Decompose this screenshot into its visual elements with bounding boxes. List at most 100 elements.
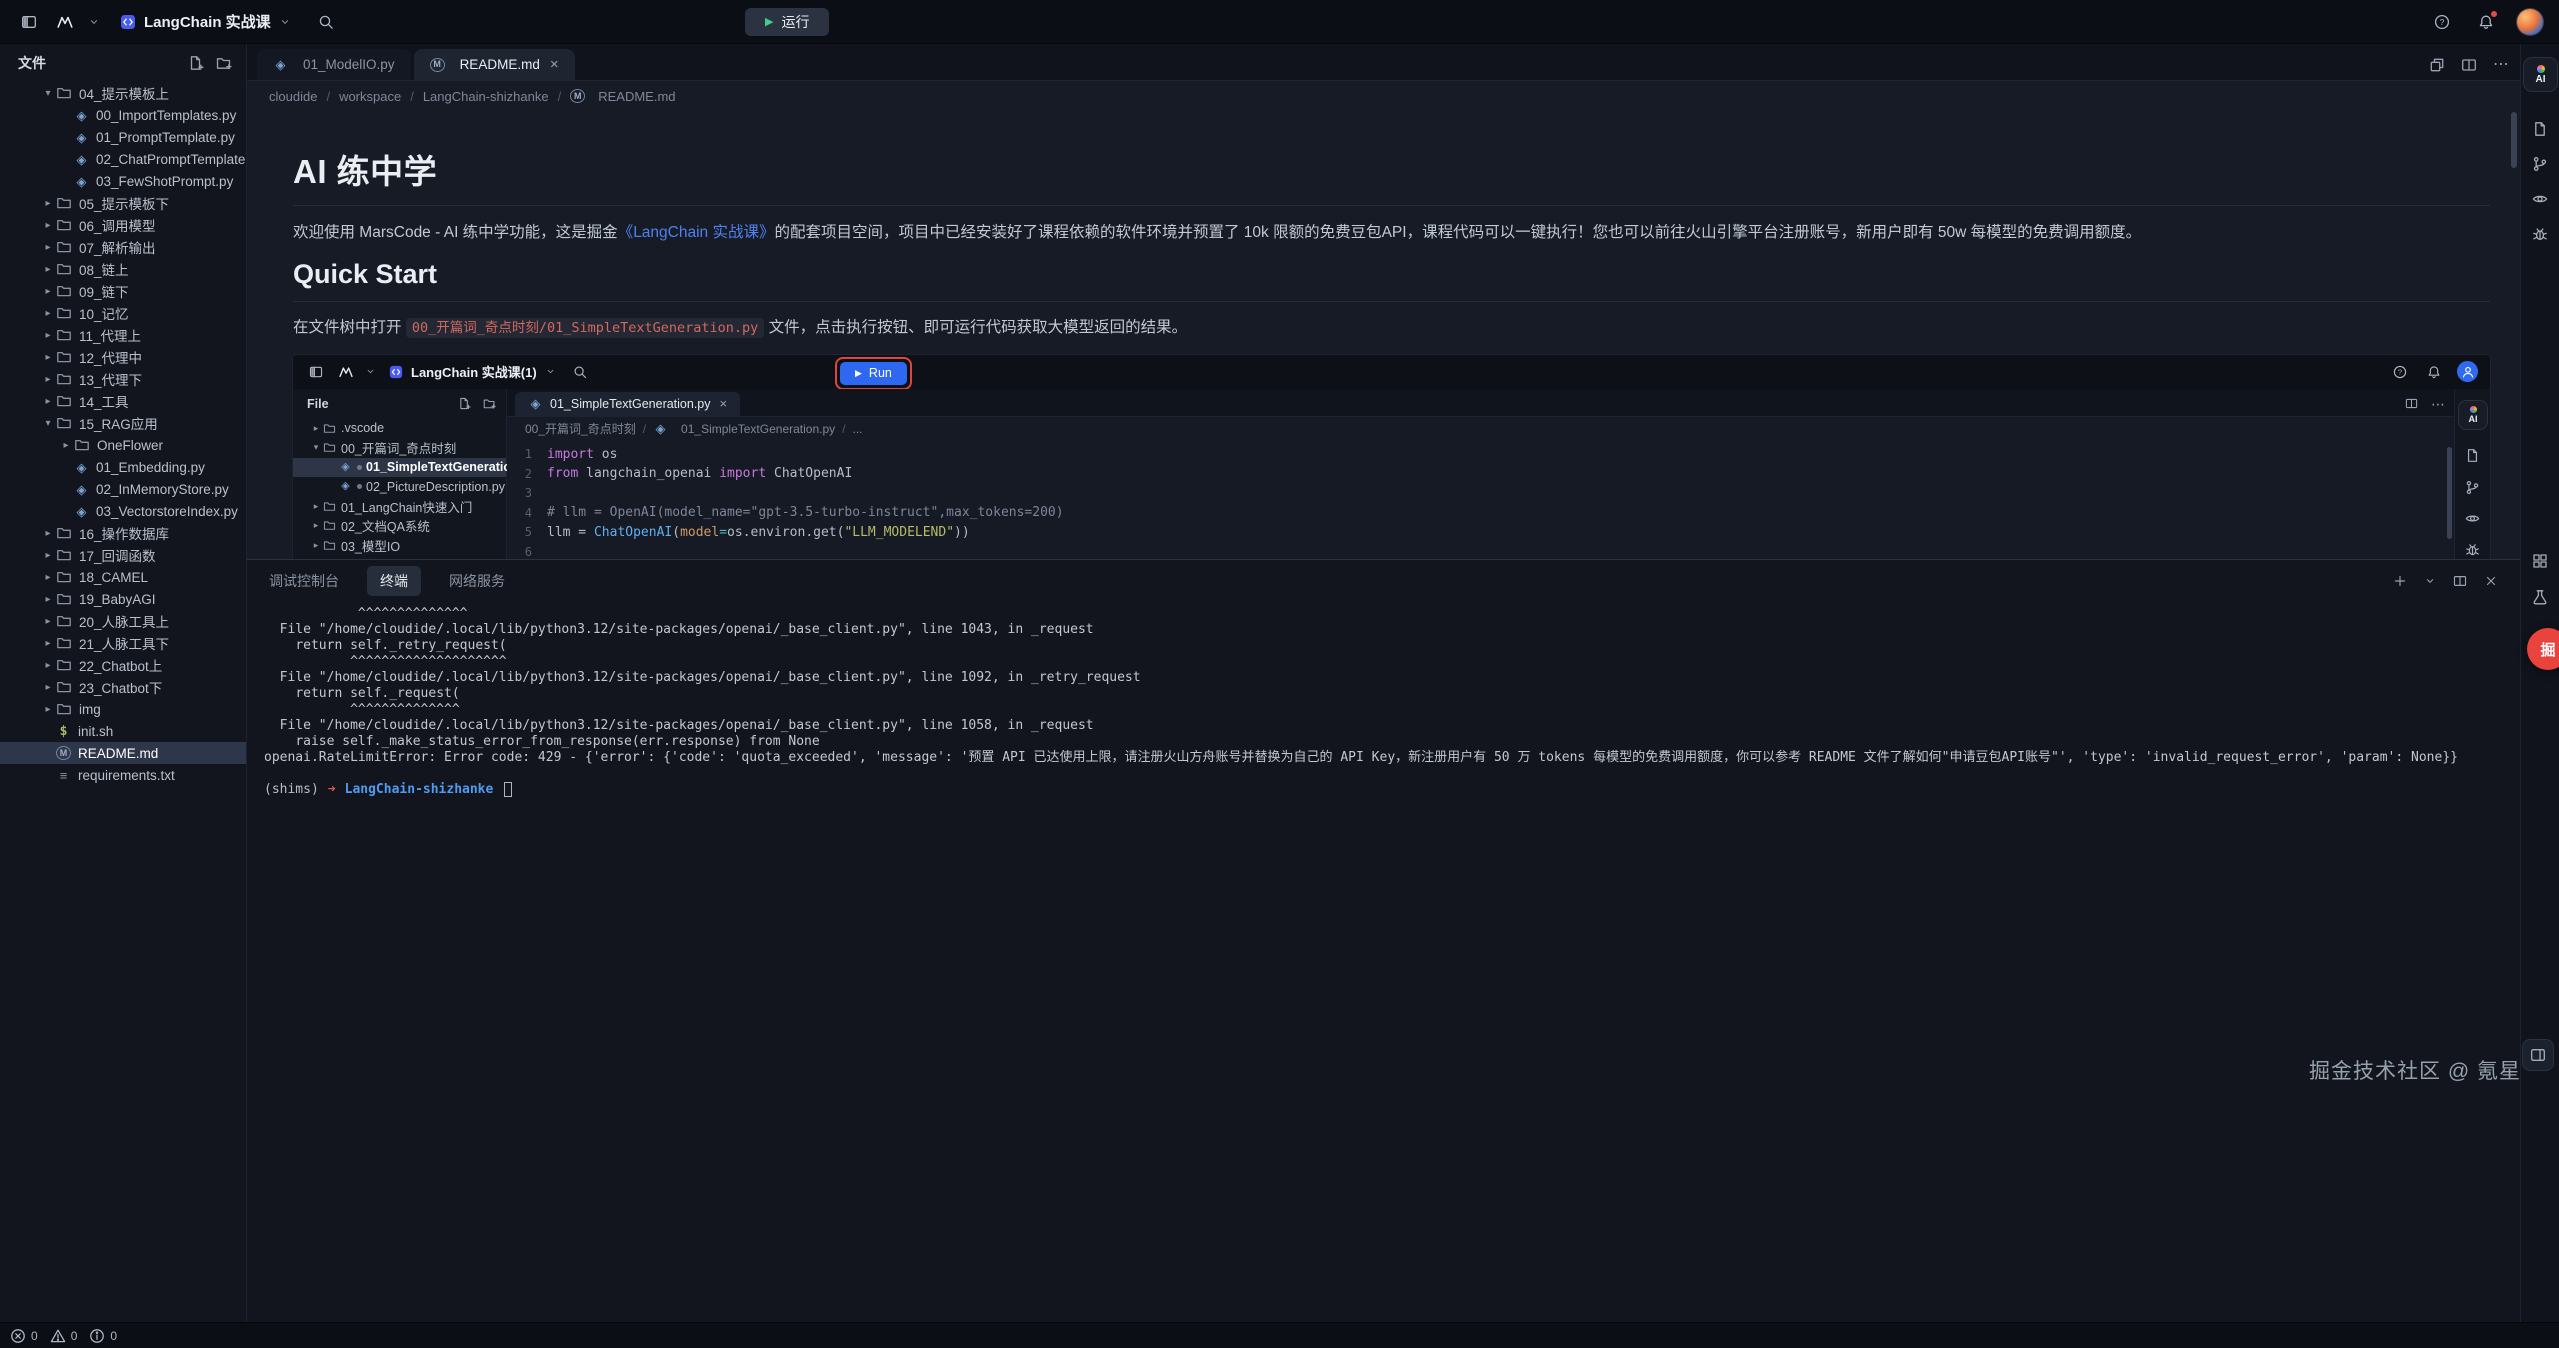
breadcrumb-item[interactable]: cloudide <box>269 89 317 104</box>
tree-folder[interactable]: ▾15_RAG应用 <box>0 412 246 434</box>
breadcrumb-item[interactable]: ◈01_SimpleTextGeneration.py <box>653 422 835 436</box>
split-panel-icon[interactable] <box>2453 574 2467 588</box>
tree-folder[interactable]: ▸03_模型IO <box>293 536 506 556</box>
folder-icon <box>323 558 336 559</box>
debug-bug-icon[interactable] <box>2460 537 2486 559</box>
tab-network-service[interactable]: 网络服务 <box>449 566 505 596</box>
status-bar: 0 0 0 <box>0 1322 2559 1348</box>
tree-folder[interactable]: ▸23_Chatbot下 <box>0 676 246 698</box>
sidebar-toggle-icon[interactable] <box>16 9 42 35</box>
extensions-grid-icon[interactable] <box>2525 546 2555 576</box>
user-avatar[interactable] <box>2517 9 2543 35</box>
notifications-bell-icon[interactable] <box>2473 9 2499 35</box>
run-button[interactable]: ▶ 运行 <box>745 8 829 36</box>
tree-file[interactable]: ◈01_SimpleTextGeneration.py <box>293 458 506 478</box>
preview-eye-icon[interactable] <box>2525 184 2555 214</box>
tree-file[interactable]: $init.sh <box>0 720 246 742</box>
tree-folder[interactable]: ▸21_人脉工具下 <box>0 632 246 654</box>
tree-file[interactable]: ◈02_InMemoryStore.py <box>0 478 246 500</box>
tree-folder[interactable]: ▸08_链上 <box>0 258 246 280</box>
explorer-actions <box>188 55 232 71</box>
tree-folder[interactable]: ▸13_代理下 <box>0 368 246 390</box>
tree-file[interactable]: ◈02_ChatPromptTemplate.py <box>0 148 246 170</box>
breadcrumb-item[interactable]: LangChain-shizhanke <box>423 89 549 104</box>
new-terminal-icon[interactable] <box>2393 574 2407 588</box>
new-file-icon[interactable] <box>188 55 204 71</box>
ai-assistant-icon[interactable]: AI <box>2524 58 2557 91</box>
tree-folder[interactable]: ▸02_文档QA系统 <box>293 516 506 536</box>
tree-folder[interactable]: ▸07_解析输出 <box>0 236 246 258</box>
tree-folder[interactable]: ▸11_代理上 <box>0 324 246 346</box>
tree-folder[interactable]: ▾00_开篇词_奇点时刻 <box>293 438 506 458</box>
tab-readme[interactable]: M README.md × <box>414 49 575 80</box>
project-switcher[interactable]: LangChain 实战课 <box>120 11 295 33</box>
breadcrumb-item[interactable]: workspace <box>339 89 401 104</box>
tab-terminal[interactable]: 终端 <box>367 566 421 596</box>
tree-folder[interactable]: ▸10_记忆 <box>0 302 246 324</box>
layout-panel-button[interactable] <box>2523 1040 2553 1070</box>
test-flask-icon[interactable] <box>2525 582 2555 612</box>
marscode-logo[interactable] <box>52 9 78 35</box>
source-control-branch-icon[interactable] <box>2460 475 2486 501</box>
course-link[interactable]: 《LangChain 实战课》 <box>618 224 775 241</box>
tree-folder[interactable]: ▸19_BabyAGI <box>0 588 246 610</box>
chevron-down-icon: ▾ <box>40 88 56 99</box>
mini-topbar-right <box>2389 361 2478 383</box>
debug-bug-icon[interactable] <box>2525 219 2555 249</box>
search-icon[interactable] <box>313 9 339 35</box>
tree-folder[interactable]: ▾04_提示模板上 <box>0 82 246 104</box>
tree-folder[interactable]: ▸18_CAMEL <box>0 566 246 588</box>
split-editor-icon[interactable] <box>2461 57 2477 73</box>
source-control-branch-icon[interactable] <box>2525 149 2555 179</box>
breadcrumb-item[interactable]: MREADME.md <box>570 89 675 104</box>
tab-01-modelio[interactable]: ◈ 01_ModelIO.py <box>257 49 411 80</box>
tree-folder[interactable]: ▸16_操作数据库 <box>0 522 246 544</box>
folder-icon <box>56 613 72 629</box>
breadcrumb-item[interactable]: ... <box>852 422 862 436</box>
help-icon[interactable] <box>2429 9 2455 35</box>
tree-folder[interactable]: ▸12_代理中 <box>0 346 246 368</box>
breadcrumb-item[interactable]: 00_开篇词_奇点时刻 <box>525 420 636 437</box>
tree-file[interactable]: ◈00_ImportTemplates.py <box>0 104 246 126</box>
tree-file[interactable]: ◈02_PictureDescription.py <box>293 477 506 497</box>
close-panel-icon[interactable] <box>2484 574 2498 588</box>
problems-errors[interactable]: 0 <box>10 1328 38 1344</box>
terminal-output[interactable]: ^^^^^^^^^^^^^^ File "/home/cloudide/.loc… <box>247 602 2520 766</box>
tree-file[interactable]: ≡requirements.txt <box>0 764 246 786</box>
more-actions-icon[interactable]: ⋯ <box>2493 57 2510 73</box>
tab-label: README.md <box>460 57 540 72</box>
tree-file[interactable]: ◈03_VectorstoreIndex.py <box>0 500 246 522</box>
problems-warnings[interactable]: 0 <box>50 1328 78 1344</box>
close-icon[interactable]: × <box>550 56 559 73</box>
tree-folder[interactable]: ▸OneFlower <box>0 434 246 456</box>
chevron-down-icon[interactable] <box>88 11 104 33</box>
tree-folder[interactable]: ▸06_调用模型 <box>0 214 246 236</box>
tree-folder[interactable]: ▸05_提示模板下 <box>0 192 246 214</box>
tab-debug-console[interactable]: 调试控制台 <box>269 566 339 596</box>
ai-assistant-icon[interactable]: AI <box>2459 401 2487 429</box>
tree-file[interactable]: MREADME.md <box>0 742 246 764</box>
tree-file[interactable]: ◈01_Embedding.py <box>0 456 246 478</box>
file-tree: ▾04_提示模板上◈00_ImportTemplates.py◈01_Promp… <box>0 82 246 1322</box>
problems-infos[interactable]: 0 <box>89 1328 117 1344</box>
tree-folder[interactable]: ▸14_工具 <box>0 390 246 412</box>
chevron-down-icon[interactable] <box>2424 575 2436 587</box>
tree-item-label: 16_操作数据库 <box>79 523 169 543</box>
tree-file[interactable]: ◈01_PromptTemplate.py <box>0 126 246 148</box>
tree-file[interactable]: ◈03_FewShotPrompt.py <box>0 170 246 192</box>
tree-folder[interactable]: ▸img <box>0 698 246 720</box>
tree-folder[interactable]: ▸.vscode <box>293 419 506 439</box>
preview-eye-icon[interactable] <box>2460 506 2486 532</box>
new-folder-icon[interactable] <box>216 55 232 71</box>
open-changes-icon[interactable] <box>2429 57 2445 73</box>
tree-folder[interactable]: ▸20_人脉工具上 <box>0 610 246 632</box>
export-document-icon[interactable] <box>2525 114 2555 144</box>
tree-folder[interactable]: ▸17_回调函数 <box>0 544 246 566</box>
export-document-icon[interactable] <box>2460 443 2486 469</box>
editor-scrollbar-thumb[interactable] <box>2511 112 2517 168</box>
tree-folder[interactable]: ▸22_Chatbot上 <box>0 654 246 676</box>
tree-folder[interactable]: ▸09_链下 <box>0 280 246 302</box>
tree-folder[interactable]: ▸01_LangChain快速入门 <box>293 497 506 517</box>
terminal-prompt[interactable]: (shims) ➜ LangChain-shizhanke <box>247 766 2520 797</box>
tree-folder[interactable]: ▸04_提示模板上 <box>293 555 506 559</box>
